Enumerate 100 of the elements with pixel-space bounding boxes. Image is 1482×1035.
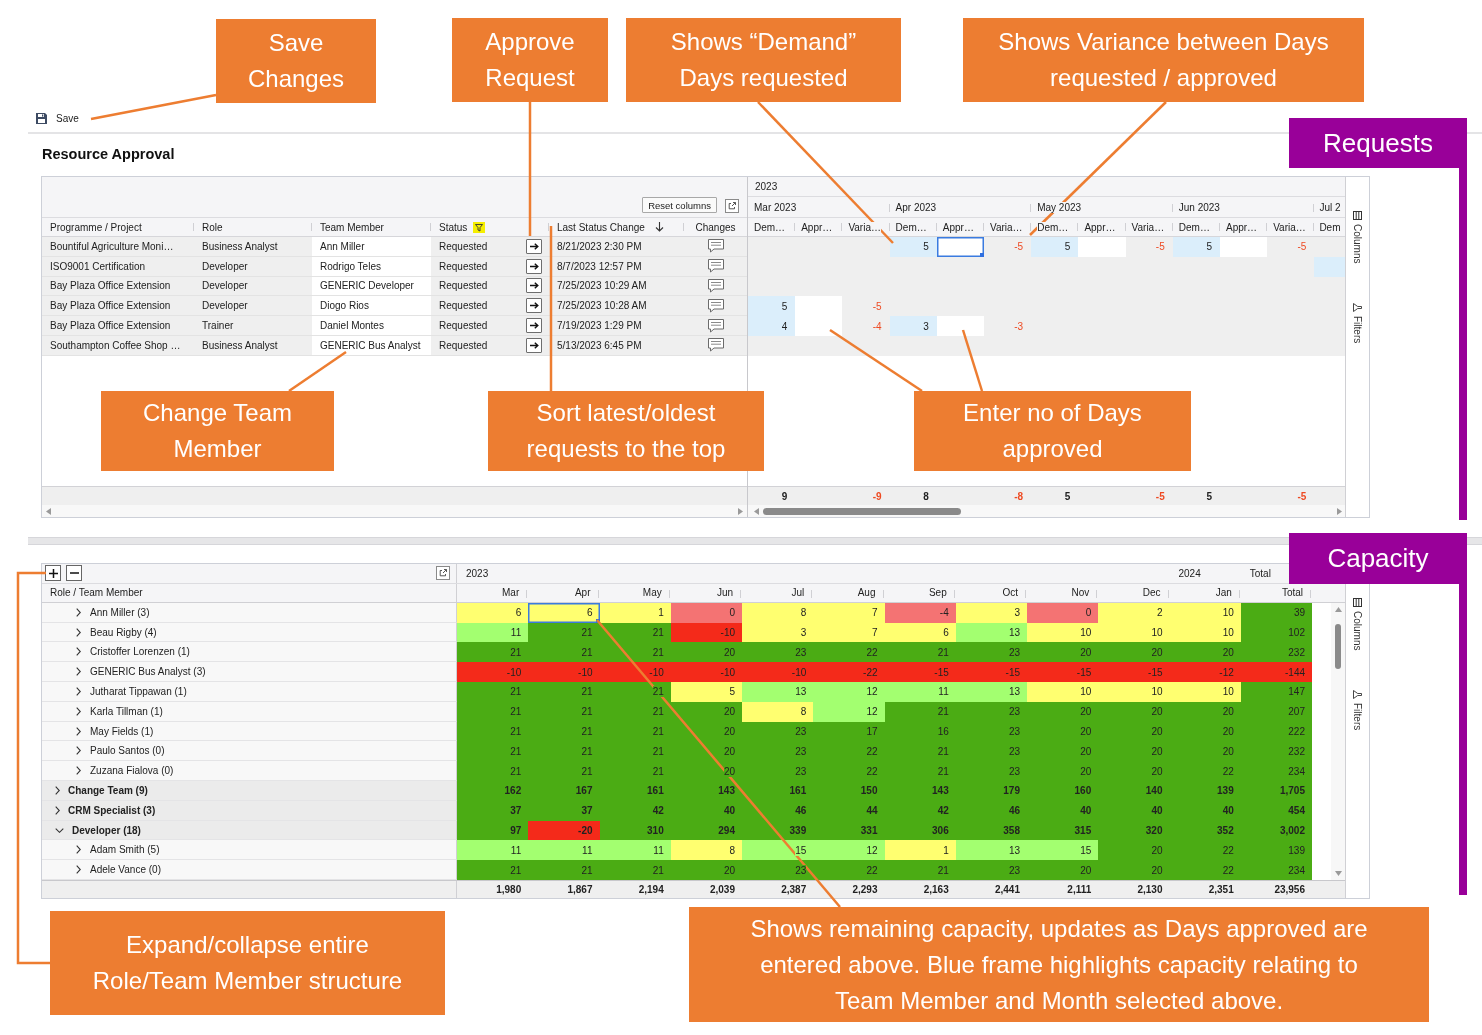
approved-days-field[interactable] xyxy=(795,296,843,317)
chevron-right-icon[interactable] xyxy=(76,686,81,696)
approve-button[interactable] xyxy=(526,258,542,274)
column-header[interactable]: Nov xyxy=(1071,587,1090,599)
arrow-right-icon[interactable] xyxy=(738,507,743,515)
column-header[interactable]: Jan xyxy=(1215,587,1232,599)
column-header[interactable]: Aug xyxy=(857,587,876,599)
speech-bubble-icon[interactable] xyxy=(707,338,724,353)
column-header[interactable]: Dem… xyxy=(1037,221,1069,233)
collapse-all-button[interactable] xyxy=(66,565,82,582)
column-header[interactable]: Dem… xyxy=(895,221,927,233)
column-header[interactable]: Dem xyxy=(1319,221,1341,233)
column-header[interactable]: Varia… xyxy=(989,221,1023,233)
chevron-right-icon[interactable] xyxy=(76,647,81,657)
scrollbar-thumb[interactable] xyxy=(763,507,961,515)
team-member-cell[interactable]: Ann Miller xyxy=(312,237,431,256)
column-header[interactable]: Total xyxy=(1281,587,1303,599)
column-header[interactable]: Team Member xyxy=(320,221,384,233)
column-header[interactable]: Programme / Project xyxy=(50,221,142,233)
arrow-right-icon[interactable] xyxy=(1337,507,1342,515)
capacity-cell: 40 xyxy=(1098,800,1170,821)
side-panel-tab[interactable]: Columns xyxy=(1352,211,1363,264)
capacity-cell: -10 xyxy=(742,662,814,683)
reset-columns-button[interactable]: Reset columns xyxy=(642,197,717,213)
status-text: Requested xyxy=(438,239,489,254)
side-panel-tab[interactable]: Filters xyxy=(1352,690,1363,731)
column-header[interactable]: Jul xyxy=(791,587,805,599)
approved-days-field[interactable] xyxy=(1078,237,1126,257)
chevron-right-icon[interactable] xyxy=(76,627,81,637)
speech-bubble-icon[interactable] xyxy=(707,318,724,333)
column-header[interactable]: Last Status Change xyxy=(557,221,645,233)
column-header[interactable]: Status xyxy=(439,221,468,233)
speech-bubble-icon[interactable] xyxy=(707,298,724,313)
approve-button[interactable] xyxy=(526,318,542,334)
column-header[interactable]: Role xyxy=(202,221,223,233)
approve-button[interactable] xyxy=(526,278,542,294)
column-header[interactable]: Role / Team Member xyxy=(50,587,143,599)
speech-bubble-icon[interactable] xyxy=(707,239,724,254)
approved-days-field[interactable] xyxy=(795,316,843,336)
arrow-left-icon[interactable] xyxy=(46,507,51,515)
popout-icon[interactable] xyxy=(725,199,739,213)
chevron-right-icon[interactable] xyxy=(76,746,81,756)
column-header[interactable]: Appr… xyxy=(801,221,833,233)
arrow-down-icon[interactable] xyxy=(654,222,664,232)
column-header[interactable]: Varia… xyxy=(848,221,881,233)
column-header[interactable]: Varia… xyxy=(1131,221,1165,233)
approved-days-field[interactable] xyxy=(936,237,984,257)
section-label: Requests xyxy=(1289,118,1467,168)
expand-all-button[interactable] xyxy=(45,565,61,582)
capacity-cell: 11 xyxy=(884,682,956,702)
column-header[interactable]: Changes xyxy=(695,221,736,233)
arrow-up-icon[interactable] xyxy=(1334,606,1342,612)
scrollbar-thumb[interactable] xyxy=(1335,623,1341,669)
capacity-cell: 22 xyxy=(813,860,885,881)
popout-icon[interactable] xyxy=(436,566,450,581)
team-member-cell[interactable]: Daniel Montes xyxy=(312,316,431,335)
approve-button[interactable] xyxy=(526,298,542,314)
column-header[interactable]: May xyxy=(642,587,662,599)
column-header[interactable]: Appr… xyxy=(942,221,974,233)
column-header[interactable]: Dem… xyxy=(754,221,786,233)
capacity-cell: 7 xyxy=(813,602,885,623)
column-header[interactable]: Jun xyxy=(716,587,733,599)
arrow-left-icon[interactable] xyxy=(754,507,759,515)
filter-icon xyxy=(1353,303,1362,313)
side-panel-tab[interactable]: Filters xyxy=(1352,303,1363,344)
speech-bubble-icon[interactable] xyxy=(707,279,724,293)
role-name: Trainer xyxy=(201,319,235,334)
column-header[interactable]: Appr… xyxy=(1225,221,1258,233)
capacity-cell: 20 xyxy=(1098,840,1170,861)
approve-button[interactable] xyxy=(526,238,542,254)
chevron-right-icon[interactable] xyxy=(55,805,60,815)
chevron-right-icon[interactable] xyxy=(55,785,60,795)
column-header[interactable]: Apr xyxy=(574,587,591,599)
chevron-right-icon[interactable] xyxy=(76,865,81,875)
save-button[interactable]: Save xyxy=(36,112,79,124)
filter-icon[interactable] xyxy=(473,221,486,233)
side-panel-tab[interactable]: Columns xyxy=(1352,598,1363,651)
chevron-right-icon[interactable] xyxy=(76,706,81,716)
approved-days-field[interactable] xyxy=(936,316,984,336)
speech-bubble-icon[interactable] xyxy=(707,259,724,274)
chevron-right-icon[interactable] xyxy=(76,667,81,677)
approve-button[interactable] xyxy=(526,337,542,353)
team-member-cell[interactable]: Diogo Rios xyxy=(312,296,431,316)
capacity-cell: 161 xyxy=(599,781,671,801)
capacity-cell: 23 xyxy=(955,860,1027,881)
chevron-right-icon[interactable] xyxy=(76,607,81,617)
capacity-cell: 21 xyxy=(528,622,600,643)
column-header[interactable]: Oct xyxy=(1002,587,1018,599)
column-header[interactable]: Dec xyxy=(1142,587,1161,599)
chevron-right-icon[interactable] xyxy=(76,766,81,776)
chevron-right-icon[interactable] xyxy=(76,726,81,736)
approved-days-field[interactable] xyxy=(1219,237,1268,257)
column-header[interactable]: Varia… xyxy=(1273,221,1306,233)
column-header[interactable]: Mar xyxy=(502,587,520,599)
column-header[interactable]: Sep xyxy=(928,587,947,599)
chevron-right-icon[interactable] xyxy=(76,845,81,855)
column-header[interactable]: Dem… xyxy=(1178,221,1210,233)
capacity-cell: 23 xyxy=(955,741,1027,762)
column-header[interactable]: Appr… xyxy=(1084,221,1116,233)
chevron-down-icon[interactable] xyxy=(55,827,64,833)
